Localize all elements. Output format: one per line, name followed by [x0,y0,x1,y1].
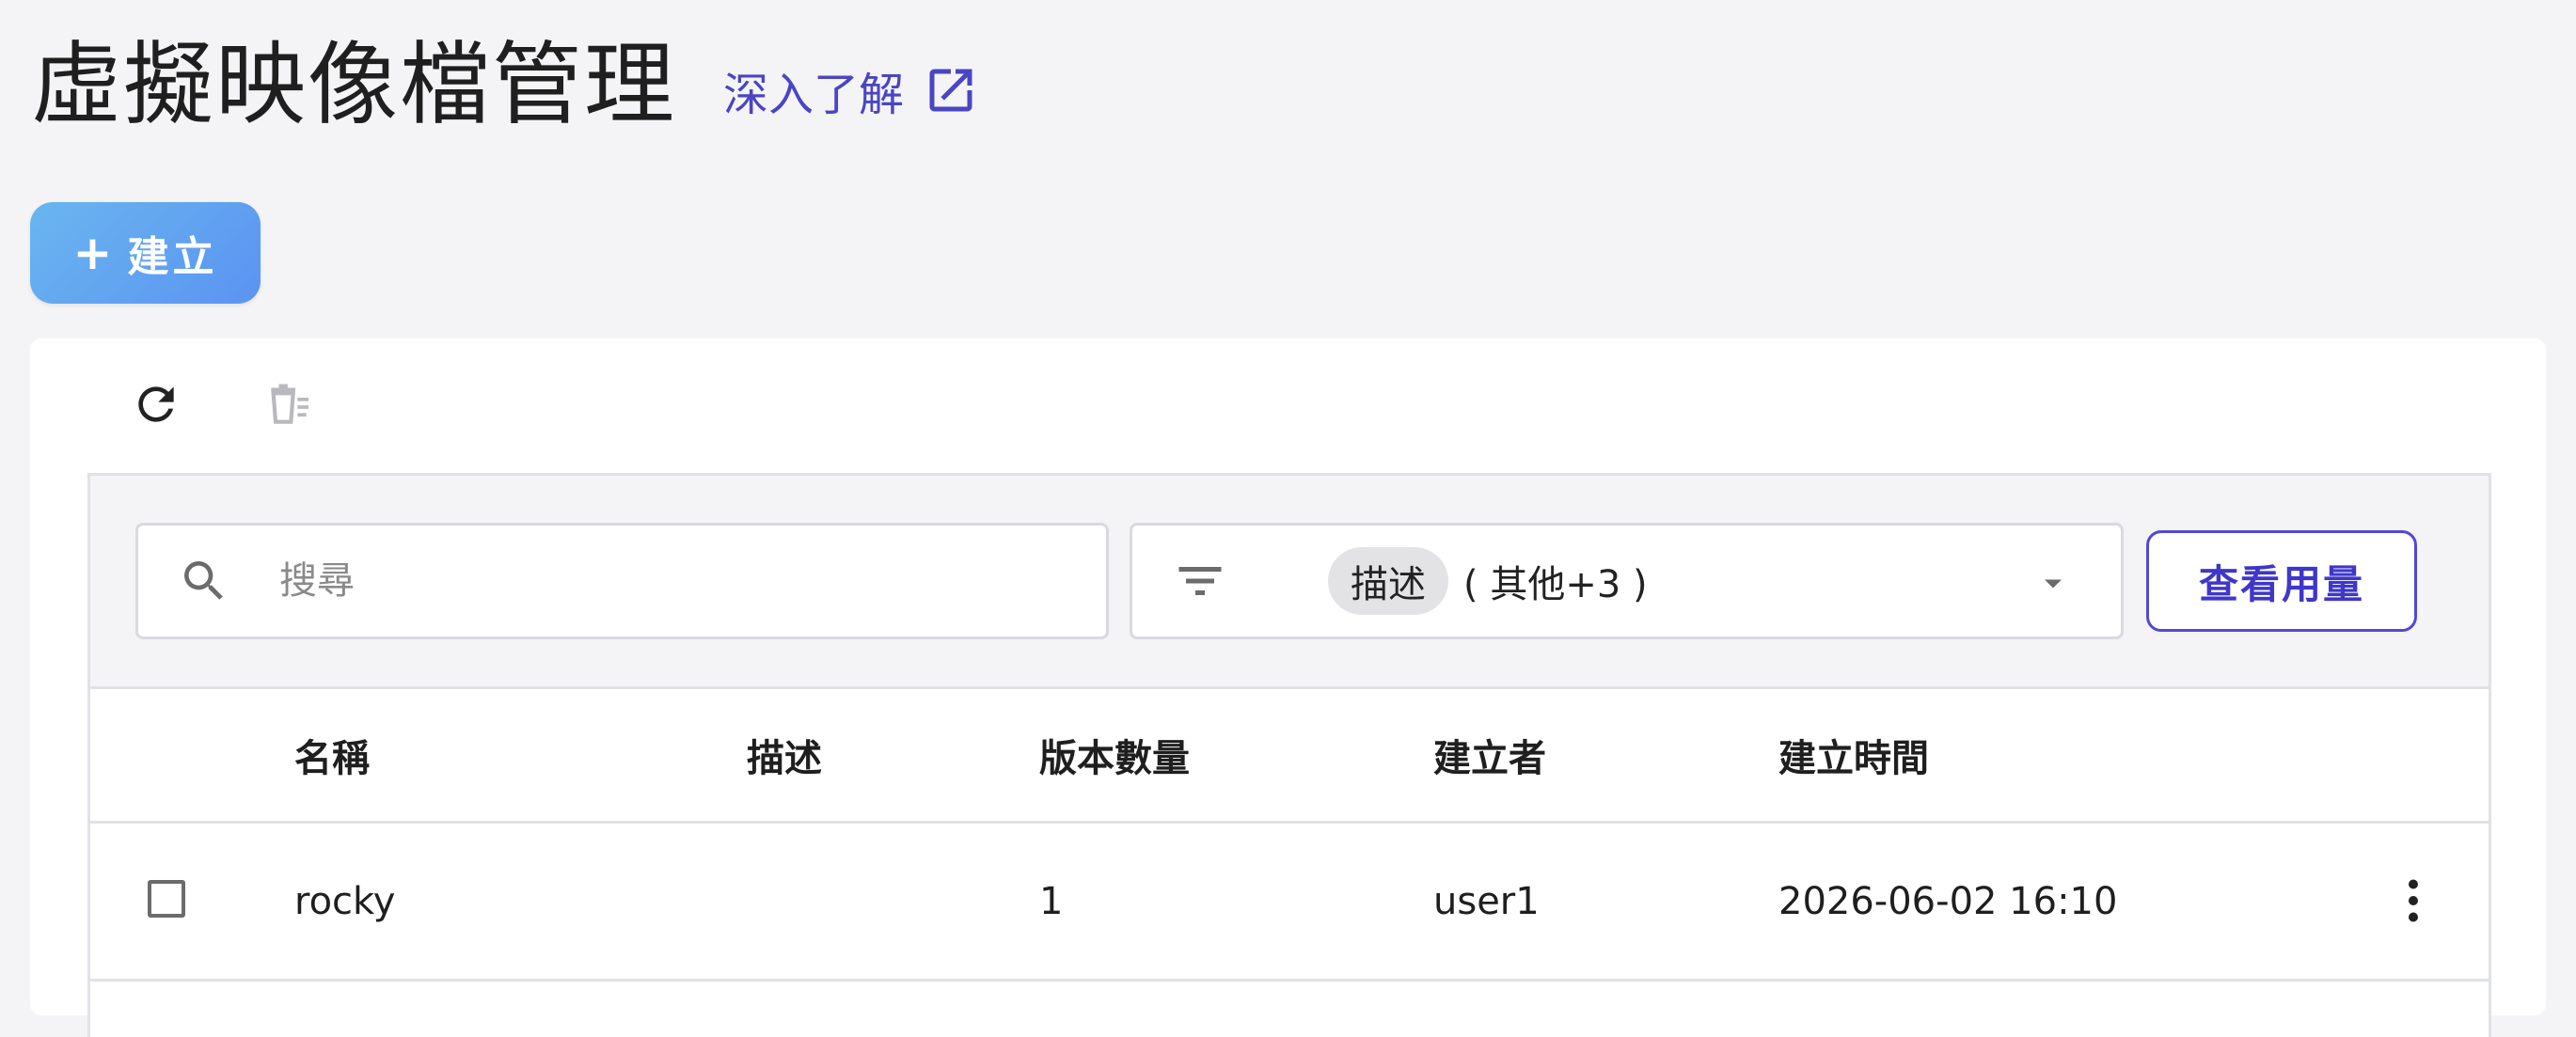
search-box[interactable] [135,523,1109,639]
page-title: 虛擬映像檔管理 [31,32,676,137]
filter-chip: 描述 [1328,547,1448,615]
more-vert-icon[interactable] [2385,872,2442,929]
image-list-card: 描述 ( 其他+3 ) 查看用量 名稱 描述 版本數量 建立者 建立時間 roc… [30,338,2546,1037]
learn-more-link[interactable]: 深入了解 [723,57,979,123]
row-checkbox[interactable] [148,880,185,918]
create-button-label: 建立 [127,233,218,281]
cell-created-at: 2026-06-02 16:10 [1778,879,2118,923]
image-table: 描述 ( 其他+3 ) 查看用量 名稱 描述 版本數量 建立者 建立時間 roc… [87,473,2491,1037]
learn-more-label: 深入了解 [723,69,905,121]
column-header-description[interactable]: 描述 [747,689,822,821]
cell-version-count: 1 [1039,879,1064,923]
filter-extra-count: ( 其他+3 ) [1463,563,1648,606]
column-header-creator[interactable]: 建立者 [1433,689,1546,821]
filter-bar: 描述 ( 其他+3 ) 查看用量 [90,476,2489,689]
view-usage-button[interactable]: 查看用量 [2146,530,2417,632]
filter-icon [1172,553,1228,609]
column-header-name[interactable]: 名稱 [294,689,370,821]
refresh-icon[interactable] [130,378,182,431]
external-link-icon [923,62,979,118]
cell-name[interactable]: rocky [294,824,395,979]
table-row[interactable]: rocky 1 user1 2026-06-02 16:10 [90,824,2489,982]
column-header-created-at[interactable]: 建立時間 [1778,689,1929,821]
plus-icon: + [72,226,117,280]
column-header-version-count[interactable]: 版本數量 [1039,689,1190,821]
search-icon [178,555,230,607]
page-header: 虛擬映像檔管理 深入了解 [31,28,979,141]
table-header: 名稱 描述 版本數量 建立者 建立時間 [90,689,2489,824]
chevron-down-icon [2036,567,2070,601]
bulk-delete-icon[interactable] [262,378,315,431]
cell-creator: user1 [1433,879,1540,923]
search-input[interactable] [277,558,1034,604]
create-button[interactable]: + 建立 [30,202,261,304]
filter-select[interactable]: 描述 ( 其他+3 ) [1130,523,2124,639]
